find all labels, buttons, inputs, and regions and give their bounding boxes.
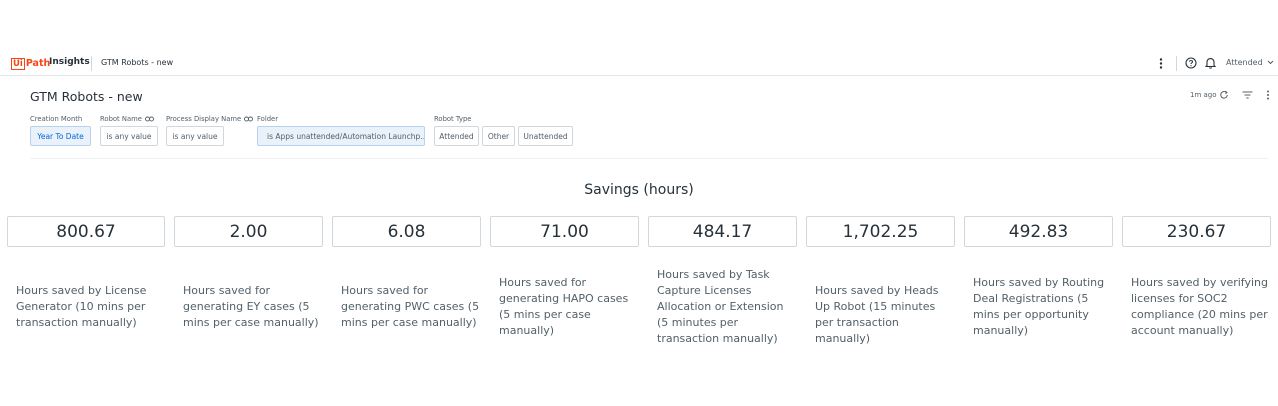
kpi-description: Hours saved for generating HAPO cases (5… — [499, 276, 629, 337]
filter-icon[interactable] — [1241, 89, 1253, 101]
filter-divider — [30, 158, 1268, 159]
dashboard-more-icon[interactable] — [1262, 89, 1274, 101]
kpi-description: Hours saved by Routing Deal Registration… — [973, 276, 1105, 337]
kpi-description: Hours saved for generating PWC cases (5 … — [341, 284, 480, 329]
user-menu[interactable]: Attended — [1226, 58, 1274, 67]
breadcrumb: GTM Robots - new — [101, 58, 174, 67]
filter-label-text: Robot Name — [100, 115, 142, 123]
kpi-description: Hours saved by verifying licenses for SO… — [1131, 276, 1268, 337]
filter-creation-month[interactable]: Year To Date — [30, 126, 91, 146]
filter-label-robot-type: Robot Type — [434, 115, 472, 123]
refresh-icon[interactable] — [1218, 89, 1230, 101]
filter-label-process-display-name: Process Display Name — [166, 115, 254, 123]
last-updated-text: 1m ago — [1190, 91, 1217, 99]
help-icon[interactable] — [1184, 56, 1198, 70]
filter-label-text: Folder — [257, 115, 279, 123]
link-icon[interactable] — [144, 116, 154, 122]
link-icon[interactable] — [244, 116, 254, 122]
kpi-tile-hapo-cases[interactable]: 71.00 — [490, 216, 639, 247]
logo-wordmark: Path — [25, 58, 51, 69]
filter-robot-name[interactable]: is any value — [100, 126, 158, 146]
filter-label-text: Process Display Name — [166, 115, 242, 123]
filter-label-creation-month: Creation Month — [30, 115, 82, 123]
more-vertical-icon[interactable] — [1154, 56, 1168, 70]
kpi-description: Hours saved by License Generator (10 min… — [16, 284, 147, 329]
savings-section-title: Savings (hours) — [584, 182, 694, 198]
kpi-tile-license-generator[interactable]: 800.67 — [7, 216, 165, 247]
kpi-tile-heads-up-robot[interactable]: 1,702.25 — [806, 216, 955, 247]
user-menu-label: Attended — [1226, 58, 1263, 67]
kpi-tile-soc2-compliance[interactable]: 230.67 — [1122, 216, 1271, 247]
robot-type-option-other[interactable]: Other — [482, 126, 515, 146]
filter-folder[interactable]: is Apps unattended/Automation Launchp... — [257, 126, 425, 146]
header-divider — [91, 56, 92, 71]
filter-label-robot-name: Robot Name — [100, 115, 154, 123]
robot-type-option-unattended[interactable]: Unattended — [518, 126, 573, 146]
filter-label-text: Robot Type — [434, 115, 472, 123]
uipath-logo[interactable]: Ui Path — [11, 57, 50, 70]
dashboard-title: GTM Robots - new — [30, 89, 143, 104]
header-divider-right — [1176, 56, 1177, 71]
top-navigation-bar: Ui Path Insights GTM Robots - new Attend… — [0, 52, 1278, 76]
notification-bell-icon[interactable] — [1203, 56, 1217, 70]
logo-box: Ui — [11, 57, 25, 70]
kpi-description: Hours saved by Heads Up Robot (15 minute… — [815, 284, 939, 345]
kpi-description: Hours saved for generating EY cases (5 m… — [183, 284, 319, 329]
kpi-tile-task-capture[interactable]: 484.17 — [648, 216, 797, 247]
filter-label-text: Creation Month — [30, 115, 83, 123]
filter-label-folder: Folder — [257, 115, 278, 123]
filter-process-display-name[interactable]: is any value — [166, 126, 224, 146]
robot-type-option-attended[interactable]: Attended — [434, 126, 479, 146]
kpi-tile-ey-cases[interactable]: 2.00 — [174, 216, 323, 247]
kpi-tile-pwc-cases[interactable]: 6.08 — [332, 216, 481, 247]
chevron-down-icon — [1267, 60, 1274, 65]
app-name[interactable]: Insights — [49, 57, 90, 67]
kpi-tile-routing-deal-registrations[interactable]: 492.83 — [964, 216, 1113, 247]
kpi-description: Hours saved by Task Capture Licenses All… — [657, 268, 784, 345]
